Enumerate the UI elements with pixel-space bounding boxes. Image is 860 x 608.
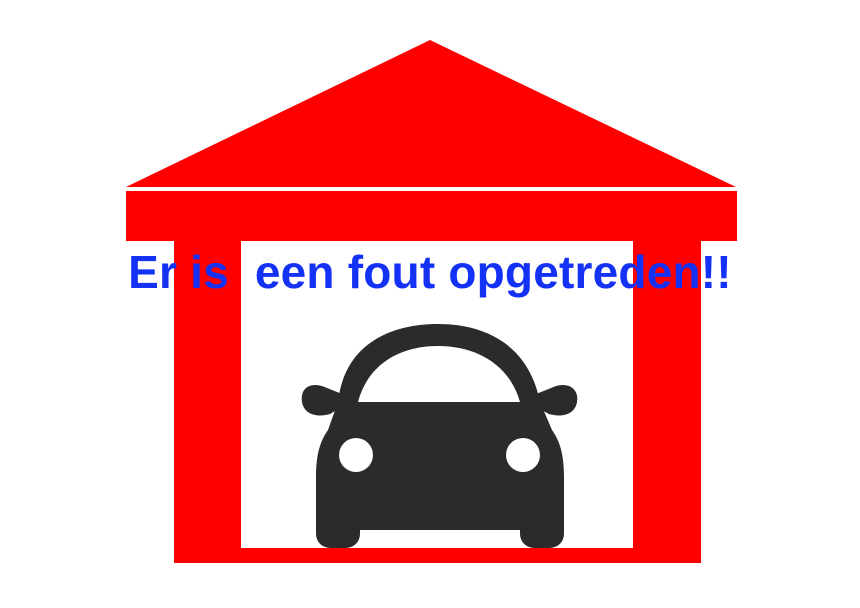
car-left-headlight [339,438,373,472]
garage-roof [126,40,736,187]
car-right-wheel [520,500,564,548]
car-roof [338,324,540,402]
error-message: Er is een fout opgetreden!! [128,246,732,298]
car-right-headlight [506,438,540,472]
car-left-wheel [316,500,360,548]
car-icon [301,324,578,548]
garage-floor [174,548,701,563]
garage-beam [126,191,737,241]
